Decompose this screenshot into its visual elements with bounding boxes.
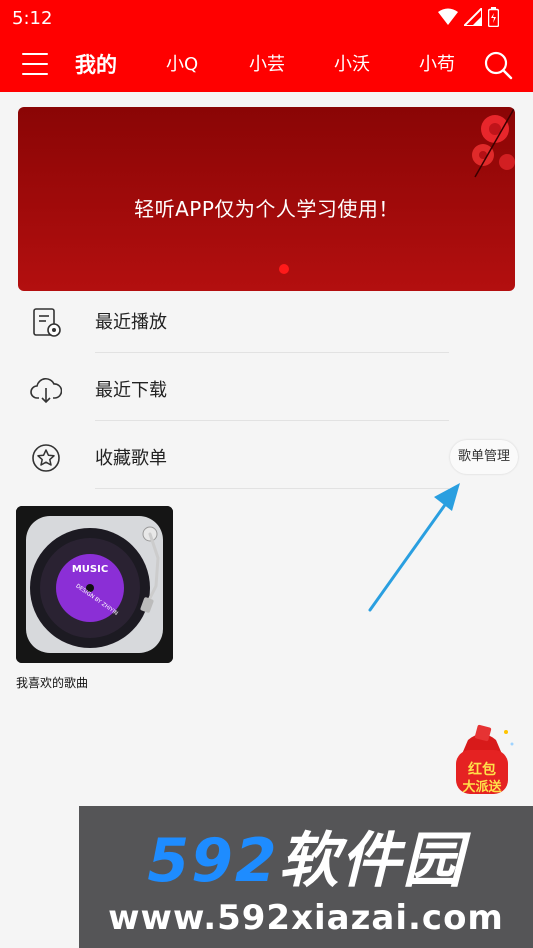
tab-xiaoyun[interactable]: 小芸 bbox=[249, 50, 285, 76]
playlist-manage-button[interactable]: 歌单管理 bbox=[450, 440, 518, 474]
banner-indicator bbox=[279, 264, 289, 274]
watermark-url: www.592xiazai.com bbox=[108, 898, 504, 938]
menu-icon[interactable] bbox=[22, 53, 48, 75]
recent-play-label: 最近播放 bbox=[95, 312, 167, 333]
battery-icon bbox=[488, 7, 499, 27]
divider bbox=[95, 352, 449, 353]
playlist-title: 我喜欢的歌曲 bbox=[16, 676, 89, 690]
tab-xiaowo[interactable]: 小沃 bbox=[334, 50, 370, 76]
red-packet-icon[interactable]: 红包 大派送 bbox=[446, 724, 518, 802]
wifi-icon bbox=[438, 8, 458, 25]
recent-download-item[interactable]: 最近下载 bbox=[0, 354, 533, 422]
status-time: 5:12 bbox=[12, 8, 53, 29]
cover-text-music: MUSIC bbox=[72, 564, 108, 575]
annotation-arrow-icon bbox=[368, 483, 460, 612]
flower-decoration-icon bbox=[472, 107, 515, 178]
status-bar: 5:12 bbox=[0, 0, 533, 36]
tab-xiaogou[interactable]: 小苟 bbox=[419, 50, 455, 76]
status-icons bbox=[438, 7, 499, 27]
tab-xiaoq[interactable]: 小Q bbox=[166, 50, 198, 76]
red-packet-subtext: 大派送 bbox=[462, 779, 502, 795]
signal-icon bbox=[464, 8, 482, 26]
tab-mine[interactable]: 我的 bbox=[75, 49, 117, 79]
red-packet-text: 红包 bbox=[468, 761, 496, 778]
favorite-playlists-label: 收藏歌单 bbox=[95, 448, 167, 469]
banner-text: 轻听APP仅为个人学习使用！ bbox=[134, 197, 399, 221]
app-header: 我的 小Q 小芸 小沃 小苟 bbox=[0, 36, 533, 92]
recent-download-label: 最近下载 bbox=[95, 380, 167, 401]
promo-banner[interactable]: 轻听APP仅为个人学习使用！ bbox=[18, 107, 515, 291]
playlist-cover[interactable]: MUSIC DESIGN BY ZHIYIN bbox=[16, 506, 173, 663]
divider bbox=[95, 420, 449, 421]
cloud-download-icon bbox=[30, 378, 62, 404]
watermark-logo: 592软件园 bbox=[147, 826, 465, 896]
search-icon[interactable] bbox=[483, 50, 513, 80]
recent-play-item[interactable]: 最近播放 bbox=[0, 286, 533, 354]
vinyl-record-icon: MUSIC DESIGN BY ZHIYIN bbox=[16, 506, 173, 663]
recent-play-icon bbox=[33, 308, 61, 337]
star-icon bbox=[32, 444, 60, 472]
watermark-banner: 592软件园 www.592xiazai.com bbox=[79, 806, 533, 948]
